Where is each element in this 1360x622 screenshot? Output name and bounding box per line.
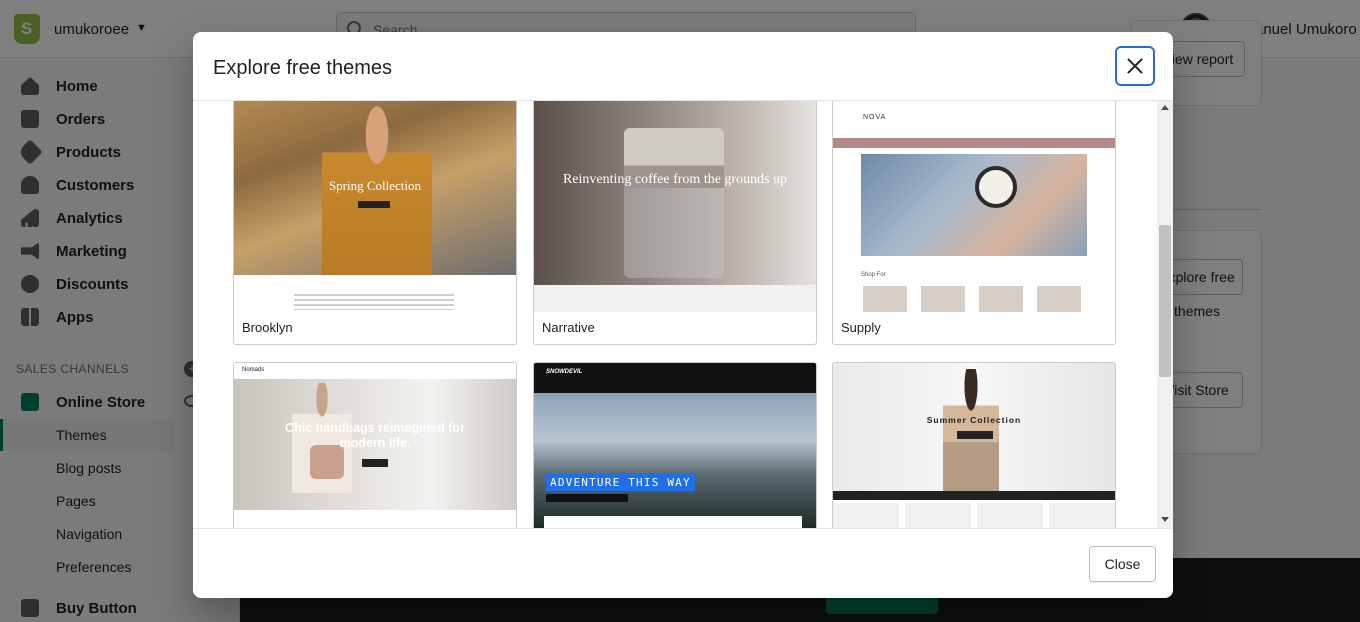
theme-card-brooklyn[interactable]: Spring Collection Brooklyn (233, 101, 517, 345)
theme-logo: Nomads (242, 367, 265, 373)
modal-title: Explore free themes (213, 57, 392, 79)
modal-scrollbar[interactable] (1157, 101, 1173, 528)
scroll-up-arrow-icon[interactable] (1161, 105, 1169, 110)
theme-hero-photo (534, 393, 816, 528)
theme-nav: SNOWDEVIL (534, 363, 816, 393)
theme-preview-image: Spring Collection (234, 101, 516, 312)
theme-preview-image: Summer Collection (833, 363, 1115, 528)
theme-name: Brooklyn (242, 320, 293, 335)
theme-name: Supply (841, 320, 881, 335)
theme-hero-button (358, 201, 390, 208)
close-icon[interactable] (1115, 46, 1155, 86)
theme-hero-coffee-machine (624, 128, 724, 278)
theme-hero-button (957, 431, 993, 439)
theme-section-label: Shop For (861, 272, 886, 278)
theme-product-thumbs (863, 286, 1085, 312)
theme-nav: NOVA (833, 101, 1115, 136)
theme-card-minimal[interactable]: Nomads Chic handbags reimagined for mode… (233, 362, 517, 528)
theme-product-thumbs (833, 503, 1115, 528)
theme-hero-text: Chic handbags reimagined for modern life… (285, 421, 465, 450)
modal-footer: Close (193, 528, 1173, 598)
theme-hero-text: Reinventing coffee from the grounds up (562, 172, 788, 187)
theme-preview-image: Reinventing coffee from the grounds up (534, 101, 816, 312)
theme-card-boundless[interactable]: Summer Collection (832, 362, 1116, 528)
theme-hero-button (362, 459, 388, 467)
theme-hero-person (943, 369, 999, 491)
scrollbar-thumb[interactable] (1159, 225, 1171, 377)
theme-name: Narrative (542, 320, 595, 335)
theme-card-debut[interactable]: SNOWDEVIL ADVENTURE THIS WAY (533, 362, 817, 528)
theme-category-strip (544, 516, 802, 528)
theme-nav: Nomads (234, 363, 516, 379)
theme-card-supply[interactable]: NOVA Shop For Supply (832, 101, 1116, 345)
explore-themes-modal: Explore free themes Spring Collection Br… (193, 32, 1173, 598)
scroll-down-arrow-icon[interactable] (1161, 517, 1169, 522)
theme-hero-text: ADVENTURE THIS WAY (546, 474, 695, 491)
theme-logo: NOVA (863, 114, 887, 121)
theme-hero-photo (861, 154, 1087, 256)
theme-card-narrative[interactable]: Reinventing coffee from the grounds up N… (533, 101, 817, 345)
theme-hero-button (546, 494, 628, 502)
themes-grid: Spring Collection Brooklyn Reinventing c… (193, 101, 1173, 528)
theme-preview-image: NOVA Shop For (833, 101, 1115, 312)
watch-icon (975, 166, 1017, 208)
theme-menu-bar (833, 491, 1115, 500)
theme-description-lines (294, 294, 454, 310)
modal-header: Explore free themes (193, 32, 1173, 101)
close-button[interactable]: Close (1089, 546, 1156, 582)
theme-hero-text: Spring Collection (328, 178, 422, 193)
theme-preview-image: Nomads Chic handbags reimagined for mode… (234, 363, 516, 528)
theme-preview-image: SNOWDEVIL ADVENTURE THIS WAY (534, 363, 816, 528)
theme-logo: SNOWDEVIL (546, 369, 583, 375)
theme-hero-text: Summer Collection (926, 415, 1022, 425)
theme-menu-bar (833, 138, 1115, 148)
